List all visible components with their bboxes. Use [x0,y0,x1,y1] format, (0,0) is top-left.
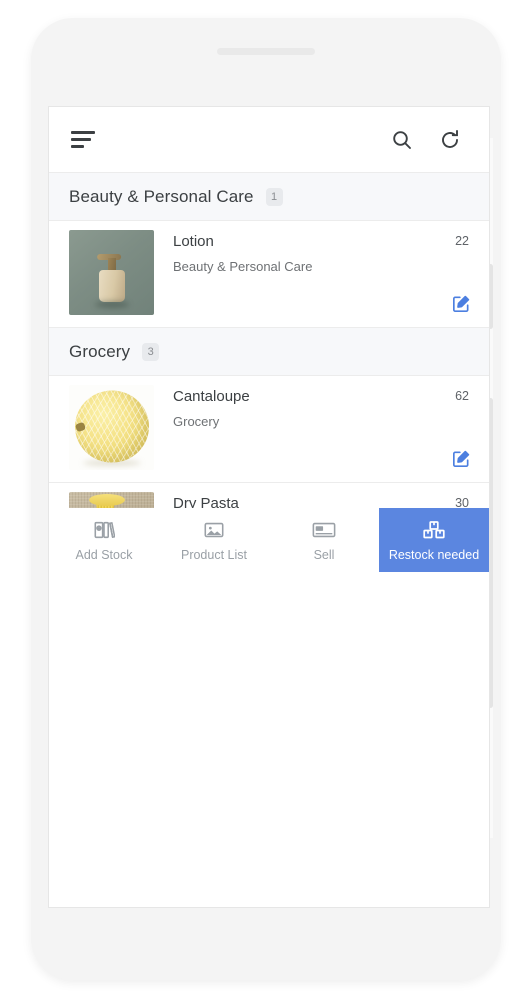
sort-menu-icon[interactable] [71,131,95,148]
product-category: Beauty & Personal Care [173,259,313,274]
tab-label: Add Stock [75,547,133,562]
tab-add-stock[interactable]: Add Stock [49,508,159,572]
row-text-block: Lotion Beauty & Personal Care [154,230,469,327]
product-quantity: 62 [455,389,469,403]
menu-line-2 [71,138,91,141]
row-text-block: Dry Pasta Grocery [154,492,469,508]
tab-label: Product List [180,547,247,562]
dry-spaghetti-photo [69,492,154,508]
lotion-pump-bottle-photo [69,230,154,315]
receipt-card-icon [312,519,336,541]
product-name: Dry Pasta [173,495,239,508]
product-category: Grocery [173,414,220,429]
tab-restock-needed[interactable]: Restock needed [379,508,489,572]
bottle-body-part [98,270,125,302]
tab-sell[interactable]: Sell [269,508,379,572]
spaghetti-top [89,494,125,506]
refresh-icon[interactable] [433,123,467,157]
group-header-beauty-personal-care: Beauty & Personal Care 1 [49,173,489,221]
table-row[interactable]: Cantaloupe Grocery 62 [49,376,489,483]
cantaloupe-melon-photo [69,385,154,470]
tab-label: Sell [313,547,335,562]
tab-product-list[interactable]: Product List [159,508,269,572]
library-add-icon [93,519,115,541]
group-title: Grocery [69,341,131,361]
product-quantity: 22 [455,234,469,248]
menu-line-1 [71,131,95,134]
melon-body [74,390,149,463]
group-title: Beauty & Personal Care [69,186,254,206]
row-text-block: Cantaloupe Grocery [154,385,469,482]
restock-list[interactable]: Beauty & Personal Care 1 Lotion Beauty &… [49,173,489,508]
table-row[interactable]: Dry Pasta Grocery 30 [49,483,489,508]
phone-speaker-slit [217,48,315,55]
product-name: Cantaloupe [173,388,250,405]
product-name: Lotion [173,233,214,250]
app-top-bar [49,107,489,173]
card-bottom-whitespace [49,572,489,907]
group-count-badge: 3 [142,342,160,361]
phone-mockup-frame: Beauty & Personal Care 1 Lotion Beauty &… [31,18,501,980]
boxes-stack-icon [422,519,446,541]
bottle-shadow [94,301,129,308]
search-icon[interactable] [385,123,419,157]
app-screen: Beauty & Personal Care 1 Lotion Beauty &… [48,106,490,908]
product-quantity: 30 [455,496,469,508]
edit-icon[interactable] [451,294,471,314]
group-header-grocery: Grocery 3 [49,328,489,376]
bottom-tab-bar: Add Stock Product List Sell Restock need… [49,508,489,572]
edit-icon[interactable] [451,449,471,469]
image-icon [203,519,225,541]
table-row[interactable]: Lotion Beauty & Personal Care 22 [49,221,489,328]
tab-label: Restock needed [388,547,480,562]
melon-netting [74,390,149,463]
menu-line-3 [71,145,84,148]
group-count-badge: 1 [265,187,283,206]
